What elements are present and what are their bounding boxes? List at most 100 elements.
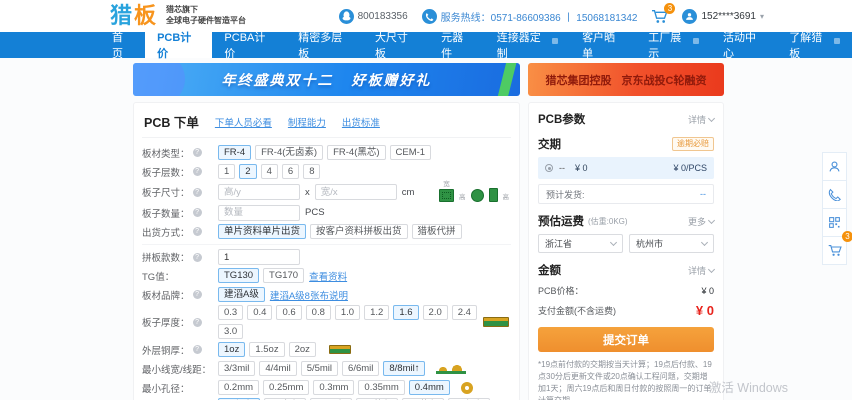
material-option[interactable]: FR-4(无卤素)	[255, 145, 323, 160]
trace-option[interactable]: 3/3mil	[218, 361, 255, 376]
nav-item[interactable]: 元器件	[429, 32, 485, 58]
pay-amount-line: 支付金额(不含运费) ¥ 0	[538, 303, 714, 318]
info-icon[interactable]: ?	[193, 208, 202, 217]
cart-badge: 3	[664, 3, 675, 14]
material-option[interactable]: CEM-1	[390, 145, 432, 160]
chevron-down-icon	[708, 265, 715, 272]
quantity-input[interactable]	[218, 205, 300, 221]
shipping-mode-option[interactable]: 单片资料单片出货	[218, 224, 306, 239]
thickness-option[interactable]: 1.6	[393, 305, 418, 320]
board-circle-icon	[471, 189, 484, 202]
thickness-option[interactable]: 0.3	[218, 305, 243, 320]
copper-option[interactable]: 2oz	[289, 342, 316, 357]
board-vertical-icon	[489, 188, 498, 202]
freight-more-toggle[interactable]: 更多	[688, 215, 714, 228]
doc-link[interactable]: 制程能力	[288, 115, 326, 129]
board-height-input[interactable]	[218, 184, 300, 200]
thickness-option[interactable]: 1.0	[335, 305, 360, 320]
panel-count-input[interactable]	[218, 249, 300, 265]
header-cart-button[interactable]: 3	[651, 9, 668, 24]
form-title: PCB 下单	[144, 112, 199, 131]
trace-option[interactable]: 8/8mil↑	[383, 361, 425, 376]
chevron-down-icon	[708, 216, 715, 223]
board-width-input[interactable]	[315, 184, 397, 200]
nav-item[interactable]: 首页	[100, 32, 145, 58]
site-logo[interactable]: 猎 板	[110, 5, 156, 27]
hole-option[interactable]: 0.3mm	[313, 380, 354, 395]
info-icon[interactable]: ?	[193, 253, 202, 262]
copper-option[interactable]: 1.5oz	[249, 342, 284, 357]
layer-option[interactable]: 4	[261, 164, 278, 179]
thickness-option[interactable]: 0.4	[247, 305, 272, 320]
tg-option[interactable]: TG170	[263, 268, 304, 283]
amount-title: 金额	[538, 262, 561, 278]
nav-item[interactable]: 活动中心	[711, 32, 777, 58]
info-icon[interactable]: ?	[193, 290, 202, 299]
thickness-option[interactable]: 1.2	[364, 305, 389, 320]
params-detail-toggle[interactable]: 详情	[688, 113, 714, 126]
row-brand: 板材品牌：? 建滔A级 建滔A级8张布说明	[142, 286, 511, 303]
copper-option[interactable]: 1oz	[218, 342, 245, 357]
submit-order-button[interactable]: 提交订单	[538, 327, 714, 352]
phone-contact-button[interactable]	[822, 180, 847, 209]
shipping-mode-option[interactable]: 猎板代拼	[412, 224, 462, 239]
qq-contact[interactable]: 800183356	[339, 9, 408, 24]
info-icon[interactable]: ?	[193, 188, 202, 197]
tg-doc-link[interactable]: 查看资料	[309, 269, 347, 283]
trace-option[interactable]: 5/5mil	[301, 361, 338, 376]
info-icon[interactable]: ?	[193, 318, 202, 327]
row-hole: 最小孔径： 0.2mm0.25mm0.3mm0.35mm0.4mm	[142, 379, 511, 396]
nav-item[interactable]: 客户晒单	[570, 32, 636, 58]
nav-item[interactable]: PCBA计价	[212, 32, 286, 58]
info-icon[interactable]: ?	[193, 167, 202, 176]
info-icon[interactable]: ?	[193, 148, 202, 157]
nav-item[interactable]: PCB计价	[145, 32, 212, 58]
freight-title: 预估运费	[538, 213, 584, 229]
promo-banner-double12[interactable]: 年终盛典双十二 好板赠好礼	[133, 63, 520, 96]
hotline: 服务热线：0571-86609386 丨 15068181342	[422, 9, 638, 24]
shipping-mode-option[interactable]: 按客户资料拼板出货	[310, 224, 408, 239]
hole-option[interactable]: 0.4mm	[409, 380, 450, 395]
user-menu[interactable]: 152****3691 ▾	[682, 9, 764, 24]
nav-item[interactable]: 了解猎板	[777, 32, 852, 58]
trace-option[interactable]: 4/4mil	[259, 361, 296, 376]
material-option[interactable]: FR-4(黑芯)	[327, 145, 385, 160]
nav-item[interactable]: 连接器定制	[485, 32, 570, 58]
radio-icon	[545, 164, 553, 172]
delivery-option-row[interactable]: -- ¥ 0 ¥ 0/PCS	[538, 157, 714, 179]
hole-option[interactable]: 0.2mm	[218, 380, 259, 395]
cart-float-button[interactable]: 3	[822, 236, 847, 265]
layer-option[interactable]: 8	[303, 164, 320, 179]
province-select[interactable]: 浙江省	[538, 234, 623, 253]
trace-option[interactable]: 6/6mil	[342, 361, 379, 376]
brand-doc-link[interactable]: 建滔A级8张布说明	[270, 288, 348, 302]
top-header: 猎 板 猎芯旗下 全球电子硬件智造平台 800183356 服务热线：0571-…	[0, 0, 852, 32]
material-option[interactable]: FR-4	[218, 145, 251, 160]
thickness-option[interactable]: 0.6	[276, 305, 301, 320]
thickness-option[interactable]: 2.0	[423, 305, 448, 320]
params-title: PCB参数	[538, 111, 585, 127]
delivery-guarantee-badge: 逾期必赔	[672, 137, 714, 151]
customer-service-button[interactable]	[822, 152, 847, 181]
doc-link[interactable]: 下单人员必看	[215, 115, 272, 129]
thickness-option[interactable]: 2.4	[452, 305, 477, 320]
promo-banner-funding[interactable]: 猎芯集团控股 京东战投C轮融资	[528, 63, 724, 96]
layer-option[interactable]: 2	[239, 164, 256, 179]
tg-option[interactable]: TG130	[218, 268, 259, 283]
nav-item[interactable]: 精密多层板	[286, 32, 363, 58]
layer-option[interactable]: 6	[282, 164, 299, 179]
nav-item[interactable]: 大尺寸板	[363, 32, 429, 58]
nav-item[interactable]: 工厂展示	[636, 32, 711, 58]
brand-option[interactable]: 建滔A级	[218, 287, 265, 302]
info-icon[interactable]: ?	[193, 227, 202, 236]
thickness-option[interactable]: 3.0	[218, 324, 243, 339]
amount-detail-toggle[interactable]: 详情	[688, 264, 714, 277]
city-select[interactable]: 杭州市	[629, 234, 714, 253]
doc-link[interactable]: 出货标准	[342, 115, 380, 129]
hole-option[interactable]: 0.35mm	[358, 380, 404, 395]
layer-option[interactable]: 1	[218, 164, 235, 179]
thickness-option[interactable]: 0.8	[306, 305, 331, 320]
info-icon[interactable]: ?	[193, 345, 202, 354]
trace-illustration	[436, 364, 466, 374]
hole-option[interactable]: 0.25mm	[263, 380, 309, 395]
